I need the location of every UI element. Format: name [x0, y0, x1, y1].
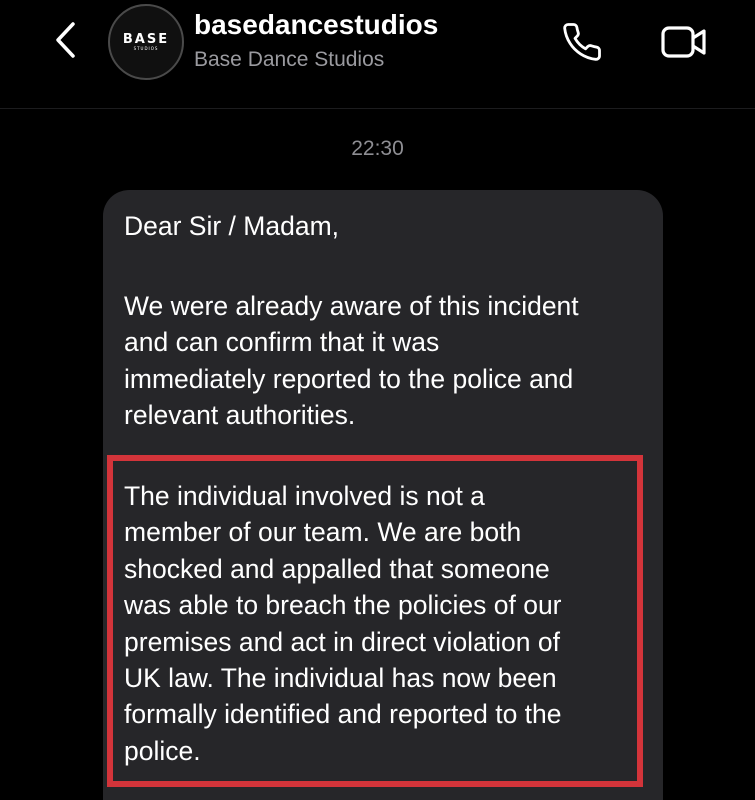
video-camera-icon: [661, 26, 706, 58]
phone-icon: [563, 23, 601, 61]
dm-screen: BASE STUDIOS basedancestudios Base Dance…: [0, 0, 755, 800]
chat-header: BASE STUDIOS basedancestudios Base Dance…: [0, 0, 755, 109]
display-name[interactable]: Base Dance Studios: [194, 46, 384, 74]
avatar-logo-text: BASE: [122, 31, 170, 47]
message-greeting: Dear Sir / Madam,: [124, 211, 340, 241]
message-paragraph: We were already aware of this incident a…: [124, 291, 579, 431]
highlight-annotation-box: [107, 455, 643, 787]
call-button[interactable]: [558, 18, 606, 66]
back-button[interactable]: [44, 16, 88, 64]
video-call-button[interactable]: [656, 18, 712, 66]
avatar[interactable]: BASE STUDIOS: [108, 4, 184, 80]
username[interactable]: basedancestudios: [194, 8, 438, 42]
message-timestamp: 22:30: [351, 137, 404, 160]
chevron-left-icon: [56, 22, 75, 58]
avatar-logo-subtext: STUDIOS: [133, 45, 159, 51]
